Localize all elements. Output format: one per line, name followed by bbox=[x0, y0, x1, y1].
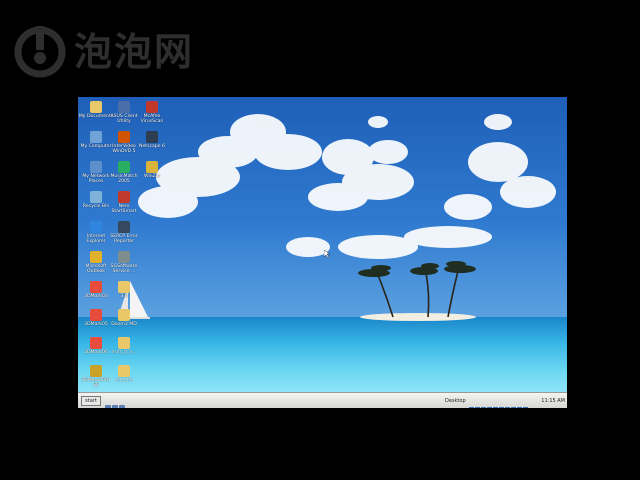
network-icon bbox=[90, 161, 102, 173]
desktop-icon[interactable]: SGSoftware Service ... bbox=[106, 251, 142, 274]
desktop-icon-label: McAfee VirusScan bbox=[140, 114, 164, 125]
folder-icon bbox=[118, 337, 130, 349]
quick-launch-item[interactable] bbox=[105, 405, 111, 408]
tray-icon[interactable] bbox=[475, 407, 480, 408]
tray-icons bbox=[469, 398, 537, 408]
desktop-icon-label: Netscape 6 bbox=[139, 144, 165, 149]
watermark-text: 泡泡网 bbox=[74, 30, 195, 74]
desktop-icon-label: nsm_zl_h... bbox=[111, 350, 137, 355]
taskbar-clock[interactable]: 11:15 AM bbox=[541, 396, 565, 406]
desktop-icon-label: 3.0 bbox=[120, 294, 128, 299]
tray-icon[interactable] bbox=[487, 407, 492, 408]
desktop-icon-label: SGSoftware Service ... bbox=[110, 264, 138, 275]
tray-icon[interactable] bbox=[505, 407, 510, 408]
tray-icon[interactable] bbox=[469, 407, 474, 408]
internet-explorer-icon bbox=[90, 221, 102, 233]
netscape-icon bbox=[146, 131, 158, 143]
3dmark-icon bbox=[90, 337, 102, 349]
desktop-icon-label: Doom3 MD bbox=[111, 322, 137, 327]
desktop-icon[interactable]: Netscape 6 bbox=[134, 131, 170, 149]
desktop-toolbar-label[interactable]: Desktop bbox=[445, 396, 466, 406]
quick-launch-item[interactable] bbox=[119, 405, 125, 408]
folder-icon bbox=[118, 281, 130, 293]
folder-icon bbox=[118, 309, 130, 321]
tray-icon[interactable] bbox=[523, 407, 528, 408]
desktop-icon-label: Nero StartSmart bbox=[111, 204, 137, 215]
tray-icon[interactable] bbox=[517, 407, 522, 408]
desktop-icon[interactable]: Doom3 MD bbox=[106, 309, 142, 327]
desktop-icon[interactable]: □□□□ bbox=[106, 365, 142, 383]
nero-icon bbox=[118, 191, 130, 203]
error-reporter-icon bbox=[118, 221, 130, 233]
tray-icon[interactable] bbox=[499, 407, 504, 408]
mouse-cursor-icon bbox=[324, 250, 330, 258]
quick-launch bbox=[105, 397, 131, 408]
folder-icon bbox=[118, 365, 130, 377]
shield-icon bbox=[146, 101, 158, 113]
desktop-icon-label: □□□□ bbox=[115, 378, 133, 383]
recycle-bin-icon bbox=[90, 191, 102, 203]
tray-icon[interactable] bbox=[511, 407, 516, 408]
desktop-icon[interactable]: Nero StartSmart bbox=[106, 191, 142, 214]
computer-icon bbox=[90, 131, 102, 143]
desktop-icon[interactable]: 3.0 bbox=[106, 281, 142, 299]
outlook-icon bbox=[90, 251, 102, 263]
power-logo-icon bbox=[14, 26, 66, 78]
3dmark-icon bbox=[90, 365, 102, 377]
desktop-icon[interactable]: nsm_zl_h... bbox=[106, 337, 142, 355]
desktop-icon-label: SERCP Error Reporter bbox=[110, 234, 138, 245]
winzip-icon bbox=[146, 161, 158, 173]
tray-icon[interactable] bbox=[481, 407, 486, 408]
folder-documents-icon bbox=[90, 101, 102, 113]
service-icon bbox=[118, 251, 130, 263]
3dmark-icon bbox=[90, 309, 102, 321]
desktop-screen: My Documents ASUS Client Utility McAfee Vi… bbox=[78, 97, 567, 408]
3dmark-icon bbox=[90, 281, 102, 293]
tray-icon[interactable] bbox=[493, 407, 498, 408]
start-button[interactable]: start bbox=[81, 396, 101, 406]
desktop-icon-label: WinZip bbox=[144, 174, 160, 179]
system-tray: Desktop 11:15 AM bbox=[445, 396, 565, 408]
watermark: 泡泡网 bbox=[12, 24, 212, 80]
desktop-icon[interactable]: SERCP Error Reporter bbox=[106, 221, 142, 244]
dvd-icon bbox=[118, 131, 130, 143]
quick-launch-item[interactable] bbox=[112, 405, 118, 408]
musicmatch-icon bbox=[118, 161, 130, 173]
desktop-icon[interactable]: McAfee VirusScan bbox=[134, 101, 170, 124]
utility-icon bbox=[118, 101, 130, 113]
desktop-icon-grid: My Documents ASUS Client Utility McAfee Vi… bbox=[78, 97, 198, 397]
desktop-icon[interactable]: WinZip bbox=[134, 161, 170, 179]
taskbar: start Desktop 11:15 AM bbox=[78, 392, 567, 408]
